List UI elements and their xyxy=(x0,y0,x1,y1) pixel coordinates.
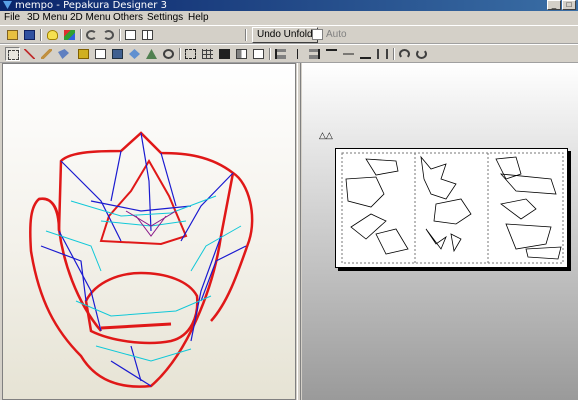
unfold-tool-button[interactable] xyxy=(127,47,142,61)
toolbar-tools xyxy=(0,44,578,63)
rotate-left-button[interactable] xyxy=(84,28,99,42)
ruler-tool-button[interactable] xyxy=(76,47,91,61)
column-button[interactable] xyxy=(251,47,266,61)
align-right-button[interactable] xyxy=(307,47,322,61)
align-left-icon xyxy=(275,49,286,59)
pencil-icon xyxy=(41,49,52,59)
page-number-button[interactable] xyxy=(217,47,232,61)
view-single-icon xyxy=(125,30,136,40)
mirror-button[interactable] xyxy=(397,47,412,61)
stack-icon xyxy=(360,49,371,59)
window-title: mempo - Pepakura Designer 3 xyxy=(15,0,167,11)
unfold-icon xyxy=(129,49,140,59)
menu-2d[interactable]: 2D Menu xyxy=(70,12,111,23)
rotate-left-icon xyxy=(86,30,97,40)
auto-label: Auto xyxy=(326,29,347,40)
save-button[interactable] xyxy=(22,28,37,42)
fit-page-icon xyxy=(185,49,196,59)
align-top-button[interactable] xyxy=(324,47,339,61)
texture-button[interactable] xyxy=(62,28,77,42)
align-top-icon xyxy=(326,49,337,59)
photo-tool-button[interactable] xyxy=(110,47,125,61)
tag-icon xyxy=(58,49,69,59)
view-single-button[interactable] xyxy=(123,28,138,42)
color-cube-icon xyxy=(64,30,75,40)
distribute-h-icon xyxy=(377,49,388,59)
menu-file[interactable]: File xyxy=(4,12,20,23)
app-icon xyxy=(3,1,12,9)
align-center-icon xyxy=(292,49,303,59)
menu-others[interactable]: Others xyxy=(113,12,143,23)
view-split-icon xyxy=(142,30,153,40)
select-icon xyxy=(8,50,19,60)
page-marker: △△ xyxy=(319,130,333,140)
grid-button[interactable] xyxy=(200,47,215,61)
layout-icon xyxy=(236,49,247,59)
undo-unfold-button[interactable]: Undo Unfold xyxy=(252,27,318,43)
scissors-icon xyxy=(163,49,174,59)
align-left-button[interactable] xyxy=(273,47,288,61)
open-button[interactable] xyxy=(5,28,20,42)
toolbar-separator xyxy=(245,29,247,41)
edge-tool-button[interactable] xyxy=(22,47,37,61)
edge-icon xyxy=(24,49,35,59)
column-icon xyxy=(253,49,264,59)
select-tool-button[interactable] xyxy=(5,47,20,61)
menu-help[interactable]: Help xyxy=(188,12,209,23)
3d-view[interactable] xyxy=(2,63,296,400)
unfolded-parts[interactable] xyxy=(336,149,569,269)
rotate-right-icon xyxy=(103,30,114,40)
flap-icon xyxy=(146,49,157,59)
tag-tool-button[interactable] xyxy=(56,47,71,61)
view-splitter[interactable] xyxy=(297,63,301,400)
rotate-right-button[interactable] xyxy=(101,28,116,42)
toolbar-main: Undo Unfold Auto xyxy=(0,25,578,44)
zoom-icon xyxy=(416,49,427,59)
light-button[interactable] xyxy=(45,28,60,42)
distribute-button[interactable] xyxy=(375,47,390,61)
3d-model-mask[interactable] xyxy=(2,63,295,388)
mirror-icon xyxy=(399,49,410,59)
minimize-button[interactable]: _ xyxy=(547,0,561,10)
distribute-icon xyxy=(343,49,354,59)
toolbar-separator xyxy=(119,29,121,41)
toolbar-separator xyxy=(393,48,395,60)
grid-icon xyxy=(202,49,213,59)
page-number-icon xyxy=(219,49,230,59)
menu-3d[interactable]: 3D Menu xyxy=(27,12,68,23)
maximize-button[interactable]: □ xyxy=(562,0,576,10)
align-right-icon xyxy=(309,49,320,59)
menu-bar: File 3D Menu 2D Menu Others Settings Hel… xyxy=(0,11,578,25)
align-bottom-button[interactable] xyxy=(358,47,373,61)
view-split-button[interactable] xyxy=(140,28,155,42)
title-bar: mempo - Pepakura Designer 3 _ □ xyxy=(0,0,578,11)
layout-button[interactable] xyxy=(234,47,249,61)
menu-settings[interactable]: Settings xyxy=(147,12,183,23)
toolbar-separator xyxy=(179,48,181,60)
open-icon xyxy=(7,30,18,40)
align-center-button[interactable] xyxy=(290,47,305,61)
toolbar-separator xyxy=(269,48,271,60)
align-middle-button[interactable] xyxy=(341,47,356,61)
paper-icon xyxy=(95,49,106,59)
paper-tool-button[interactable] xyxy=(93,47,108,61)
toolbar-separator xyxy=(40,29,42,41)
fit-page-button[interactable] xyxy=(183,47,198,61)
photo-icon xyxy=(112,49,123,59)
ruler-icon xyxy=(78,49,89,59)
scissors-tool-button[interactable] xyxy=(161,47,176,61)
flap-tool-button[interactable] xyxy=(144,47,159,61)
zoom-button[interactable] xyxy=(414,47,429,61)
lightbulb-icon xyxy=(47,30,58,40)
paper-sheet[interactable] xyxy=(335,148,568,268)
toolbar-separator xyxy=(80,29,82,41)
auto-checkbox[interactable] xyxy=(312,29,323,40)
save-icon xyxy=(24,30,35,40)
pencil-tool-button[interactable] xyxy=(39,47,54,61)
